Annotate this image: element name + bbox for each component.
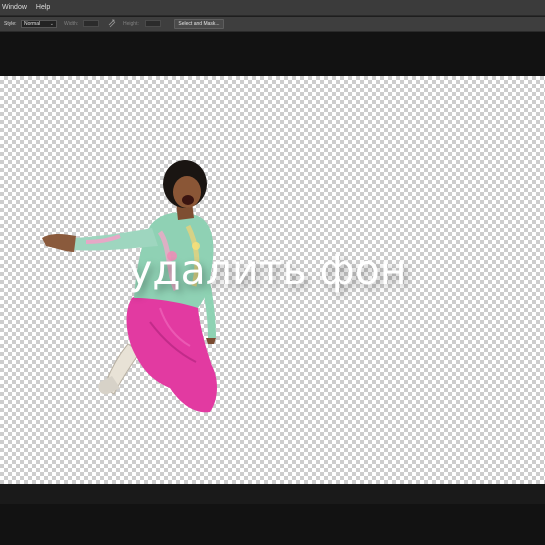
width-label: Width: <box>64 21 79 27</box>
workspace-bottom-strip <box>0 484 545 504</box>
workspace-bottom <box>0 504 545 545</box>
overlay-title: удалить фон <box>128 246 407 294</box>
height-field[interactable] <box>145 20 161 27</box>
style-label: Style: <box>4 21 17 27</box>
workspace-top <box>0 32 545 76</box>
document-canvas[interactable]: удалить фон <box>0 76 545 484</box>
swap-icon[interactable] <box>108 19 116 28</box>
menu-help[interactable]: Help <box>36 0 50 16</box>
menu-window[interactable]: Window <box>2 0 27 16</box>
menu-bar: Window Help <box>0 0 545 16</box>
width-field[interactable] <box>83 20 99 27</box>
select-and-mask-button[interactable]: Select and Mask... <box>174 19 224 29</box>
style-select[interactable]: Normal ⌄ <box>21 20 57 28</box>
photo-editor-window: Window Help Style: Normal ⌄ Width: Heigh… <box>0 0 545 545</box>
style-value: Normal <box>24 21 41 27</box>
height-label: Height: <box>123 21 139 27</box>
chevron-down-icon: ⌄ <box>49 21 54 27</box>
options-bar: Style: Normal ⌄ Width: Height: Select an… <box>0 17 545 32</box>
